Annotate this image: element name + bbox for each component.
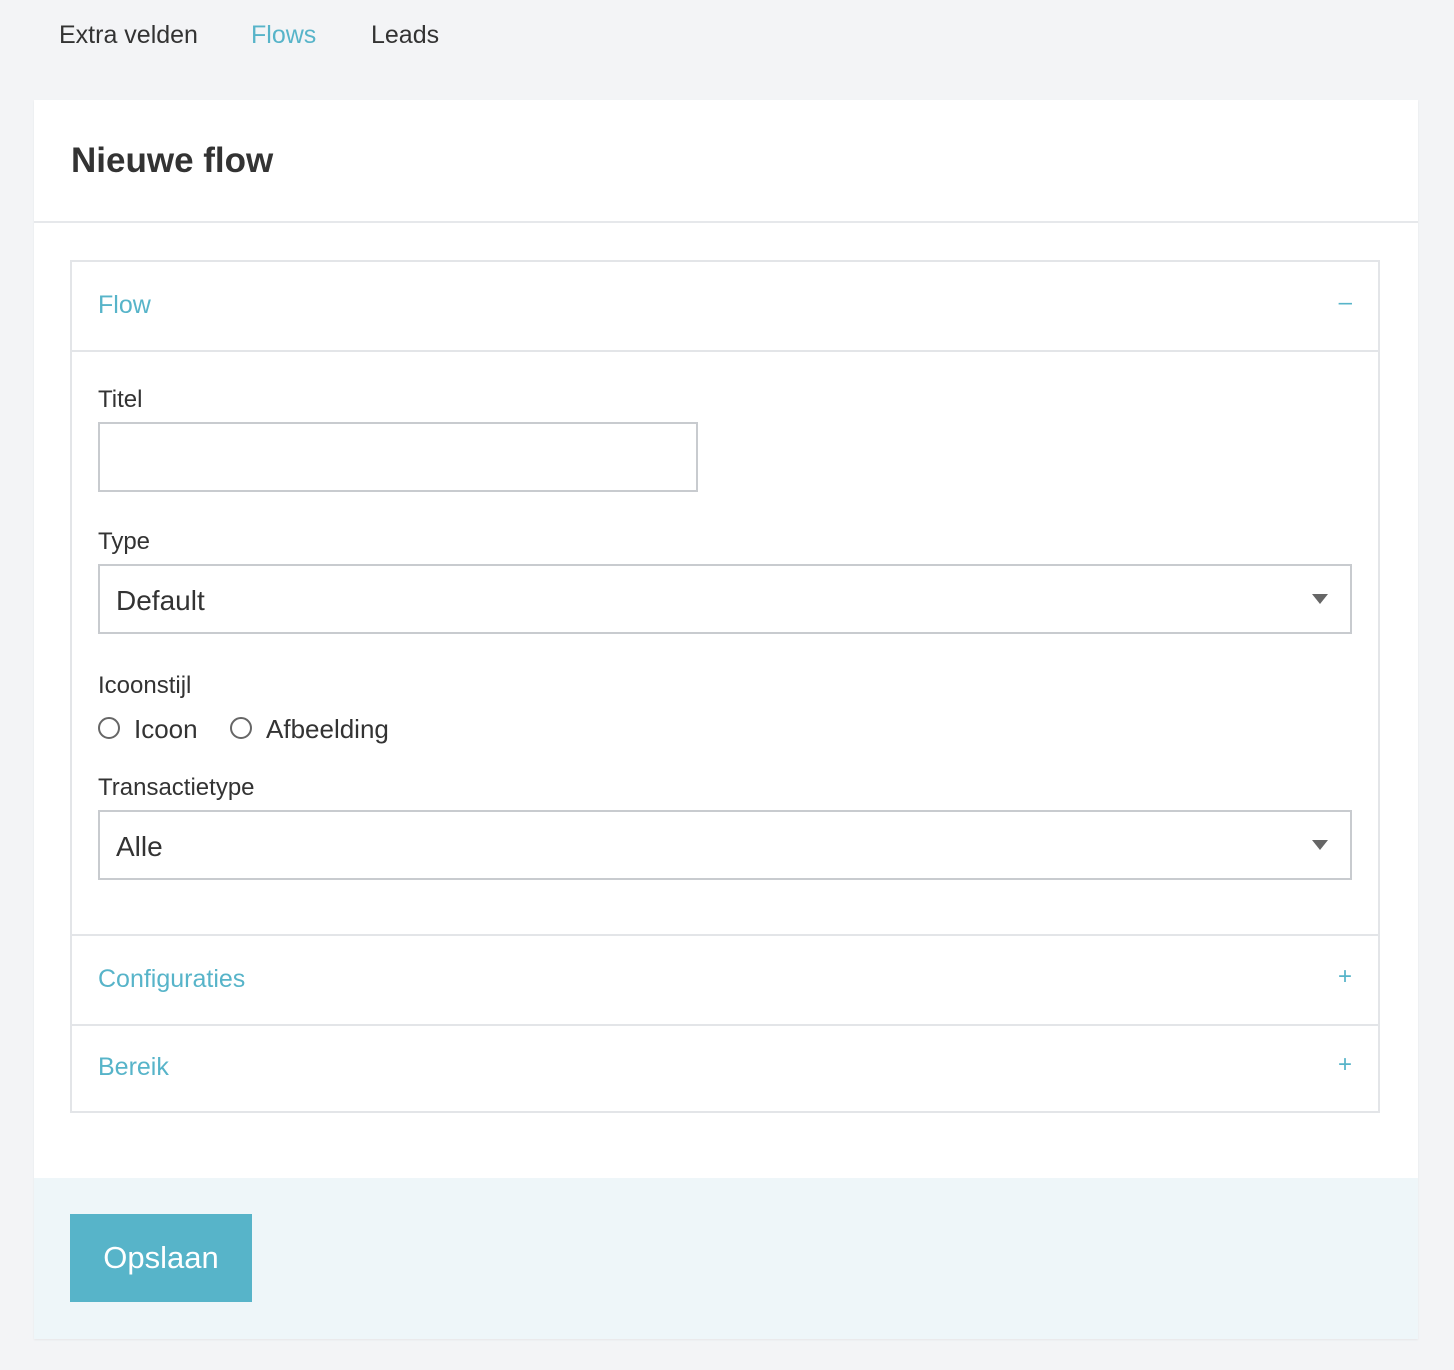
nav-item-leads[interactable]: Leads [371,20,439,50]
card-footer: Opslaan [34,1178,1418,1339]
accordion-header-bereik[interactable]: Bereik + [72,1024,1378,1112]
radio-icoon[interactable] [98,717,120,739]
titel-input[interactable] [98,422,698,492]
transactietype-select-value: Alle [116,831,163,862]
transactietype-label: Transactietype [98,774,255,801]
collapse-icon[interactable]: – [1339,288,1352,318]
radio-label-icoon: Icoon [134,714,198,744]
radio-afbeelding[interactable] [230,717,252,739]
accordion-header-flow[interactable]: Flow – [72,262,1378,350]
card-header: Nieuwe flow [34,100,1418,223]
caret-down-icon [1312,594,1328,604]
transactietype-select[interactable]: Alle [98,810,1352,880]
expand-icon[interactable]: + [1338,1050,1352,1080]
new-flow-card: Nieuwe flow Flow – Titel Type Default Ic… [34,100,1418,1339]
nav-item-flows[interactable]: Flows [251,20,316,50]
expand-icon[interactable]: + [1338,962,1352,992]
save-button[interactable]: Opslaan [70,1214,252,1302]
radio-label-afbeelding: Afbeelding [266,714,389,744]
caret-down-icon [1312,840,1328,850]
titel-label: Titel [98,386,143,413]
divider [72,350,1378,352]
accordion-title-configuraties: Configuraties [98,965,246,993]
type-label: Type [98,528,151,555]
top-navigation: Extra velden Flows Leads [0,0,1454,72]
radio-option-afbeelding[interactable]: Afbeelding [230,714,390,744]
accordion-title-bereik: Bereik [98,1053,169,1081]
page-title: Nieuwe flow [71,141,274,180]
flow-accordion: Flow – Titel Type Default Icoonstijl Ico… [70,260,1380,1113]
type-select[interactable]: Default [98,564,1352,634]
accordion-header-configuraties[interactable]: Configuraties + [72,936,1378,1024]
type-select-value: Default [116,585,205,616]
accordion-title-flow: Flow [98,291,151,319]
icoonstijl-label: Icoonstijl [98,672,192,699]
nav-item-extra-velden[interactable]: Extra velden [59,20,198,50]
radio-option-icoon[interactable]: Icoon [98,714,198,744]
